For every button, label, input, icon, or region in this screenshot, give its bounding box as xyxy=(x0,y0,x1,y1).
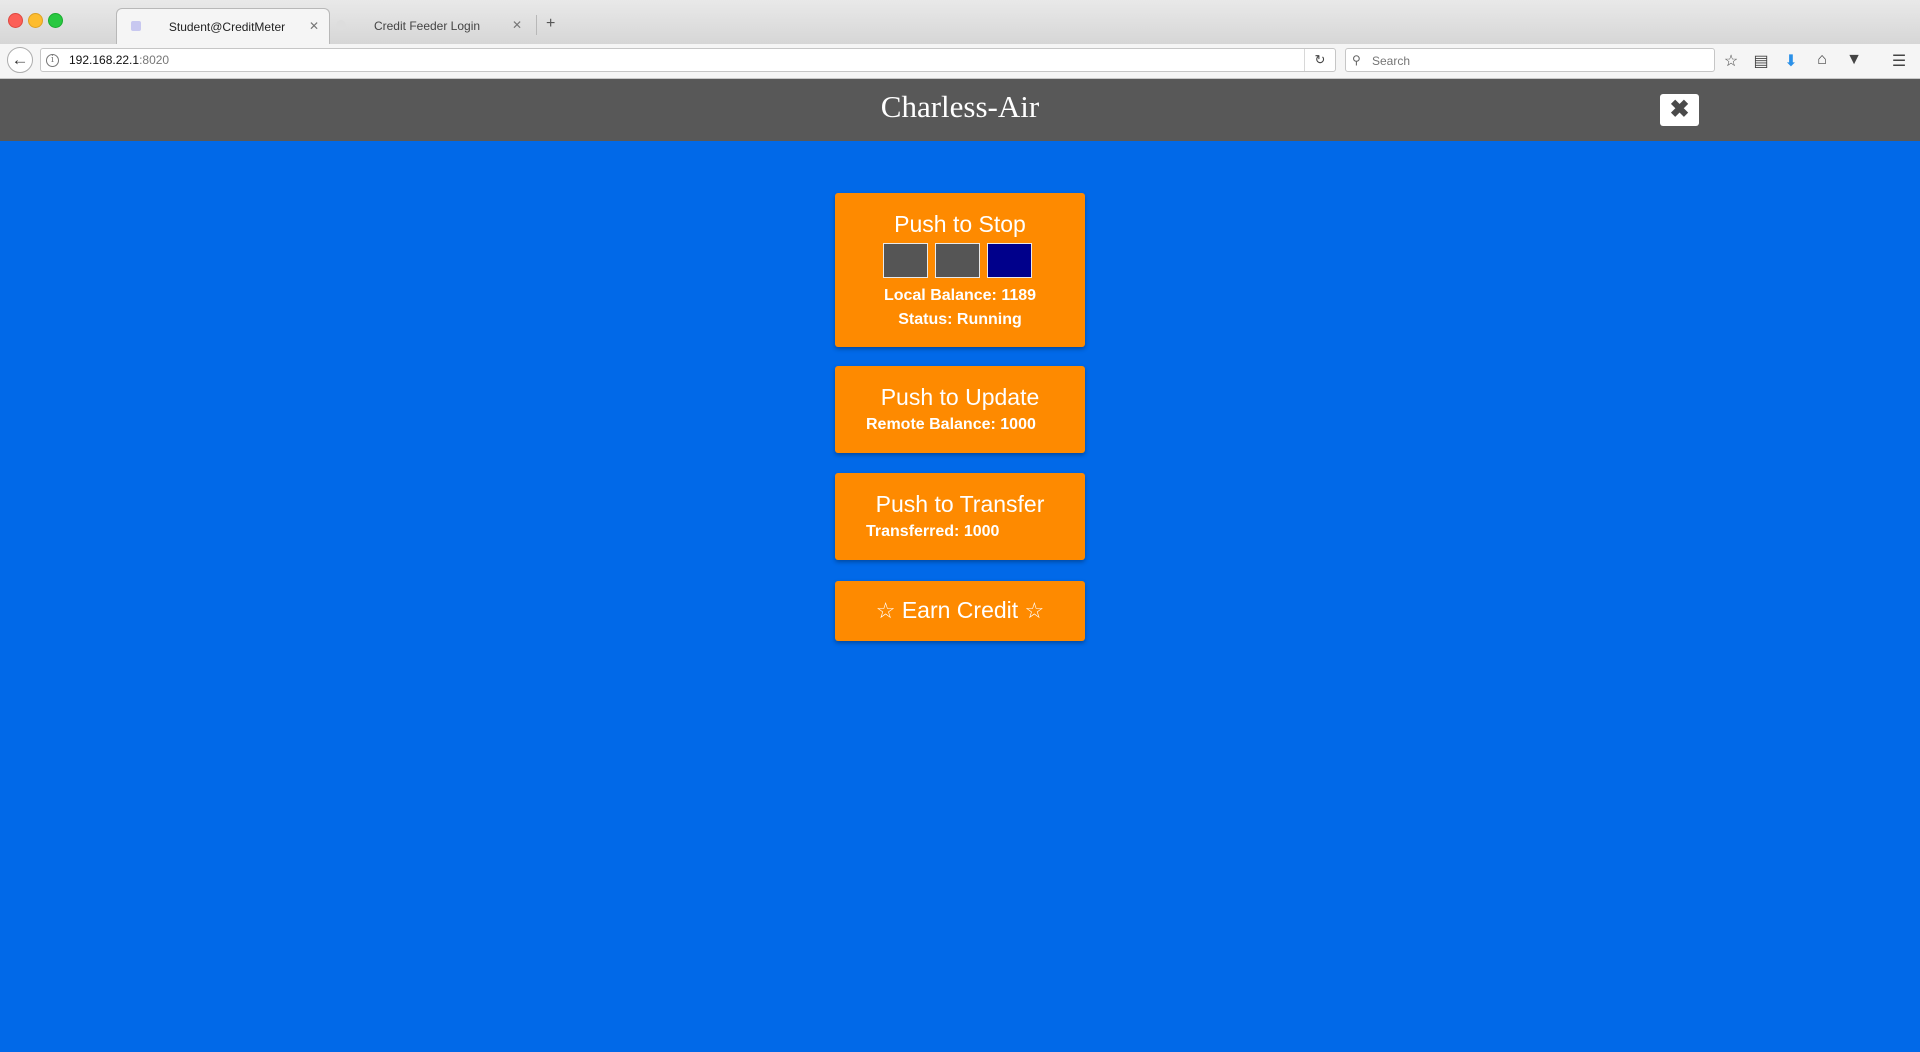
status-text: Status: Running xyxy=(898,311,1022,328)
remote-balance: Remote Balance: 1000 xyxy=(866,416,1036,433)
status-indicator xyxy=(987,243,1032,278)
transferred-amount: Transferred: 1000 xyxy=(866,523,1000,540)
tab-separator xyxy=(536,15,537,35)
main-content: Push to Stop Local Balance: 1189 Status:… xyxy=(0,141,1920,1052)
reading-list-icon[interactable]: ▤ xyxy=(1750,51,1772,71)
browser-navbar: ← i 192.168.22.1:8020 ↻ ⚲ ☆ ▤ ⬇ ⌂ ▼ ☰ xyxy=(0,44,1920,79)
tab-student-creditmeter[interactable]: Student@CreditMeter ✕ xyxy=(116,8,330,45)
zoom-window-button[interactable] xyxy=(48,13,63,28)
bookmark-star-icon[interactable]: ☆ xyxy=(1720,51,1742,71)
push-to-stop-label: Push to Stop xyxy=(894,211,1026,237)
url-bar[interactable]: i 192.168.22.1:8020 ↻ xyxy=(40,48,1336,72)
earn-credit-label: ☆ Earn Credit ☆ xyxy=(835,597,1085,624)
pocket-icon[interactable]: ▼ xyxy=(1843,51,1865,71)
minimize-window-button[interactable] xyxy=(28,13,43,28)
close-icon: ✖ xyxy=(1669,96,1690,123)
info-icon[interactable]: i xyxy=(46,54,59,67)
tab-credit-feeder-login[interactable]: Credit Feeder Login ✕ xyxy=(332,8,532,44)
page-title: Charless-Air xyxy=(880,89,1040,124)
url-port: :8020 xyxy=(139,53,170,67)
earn-credit-button[interactable]: ☆ Earn Credit ☆ xyxy=(835,581,1085,641)
local-balance: Local Balance: 1189 xyxy=(883,287,1037,304)
earn-credit-text: Earn Credit xyxy=(901,597,1019,623)
reload-icon[interactable]: ↻ xyxy=(1304,49,1335,71)
search-bar[interactable]: ⚲ xyxy=(1345,48,1715,72)
home-icon[interactable]: ⌂ xyxy=(1811,51,1833,71)
tab-label: Credit Feeder Login xyxy=(373,19,481,33)
new-tab-button[interactable]: + xyxy=(546,15,555,33)
download-icon[interactable]: ⬇ xyxy=(1780,51,1802,71)
url-text[interactable]: 192.168.22.1:8020 xyxy=(69,49,169,71)
status-indicator xyxy=(883,243,928,278)
tab-favicon-icon xyxy=(336,20,346,30)
push-to-update-button[interactable]: Push to Update Remote Balance: 1000 xyxy=(835,366,1085,453)
close-button[interactable]: ✖ xyxy=(1660,94,1699,126)
menu-icon[interactable]: ☰ xyxy=(1888,51,1910,71)
browser-titlebar: Student@CreditMeter ✕ Credit Feeder Logi… xyxy=(0,0,1920,45)
back-button[interactable]: ← xyxy=(7,47,33,73)
tab-label: Student@CreditMeter xyxy=(168,20,286,34)
push-to-stop-button[interactable]: Push to Stop Local Balance: 1189 Status:… xyxy=(835,193,1085,347)
url-host: 192.168.22.1 xyxy=(69,53,140,67)
push-to-transfer-label: Push to Transfer xyxy=(875,491,1045,517)
tab-close-icon[interactable]: ✕ xyxy=(512,18,522,32)
tab-close-icon[interactable]: ✕ xyxy=(309,19,319,33)
app-header: Charless-Air ✖ xyxy=(0,79,1920,141)
search-input[interactable] xyxy=(1370,50,1704,72)
search-icon: ⚲ xyxy=(1352,53,1361,67)
close-window-button[interactable] xyxy=(8,13,23,28)
push-to-transfer-button[interactable]: Push to Transfer Transferred: 1000 xyxy=(835,473,1085,560)
push-to-update-label: Push to Update xyxy=(880,384,1040,410)
status-indicator xyxy=(935,243,980,278)
star-icon: ☆ xyxy=(875,598,896,623)
star-icon: ☆ xyxy=(1024,598,1045,623)
back-arrow-icon: ← xyxy=(11,50,29,69)
tab-favicon-icon xyxy=(131,21,141,31)
